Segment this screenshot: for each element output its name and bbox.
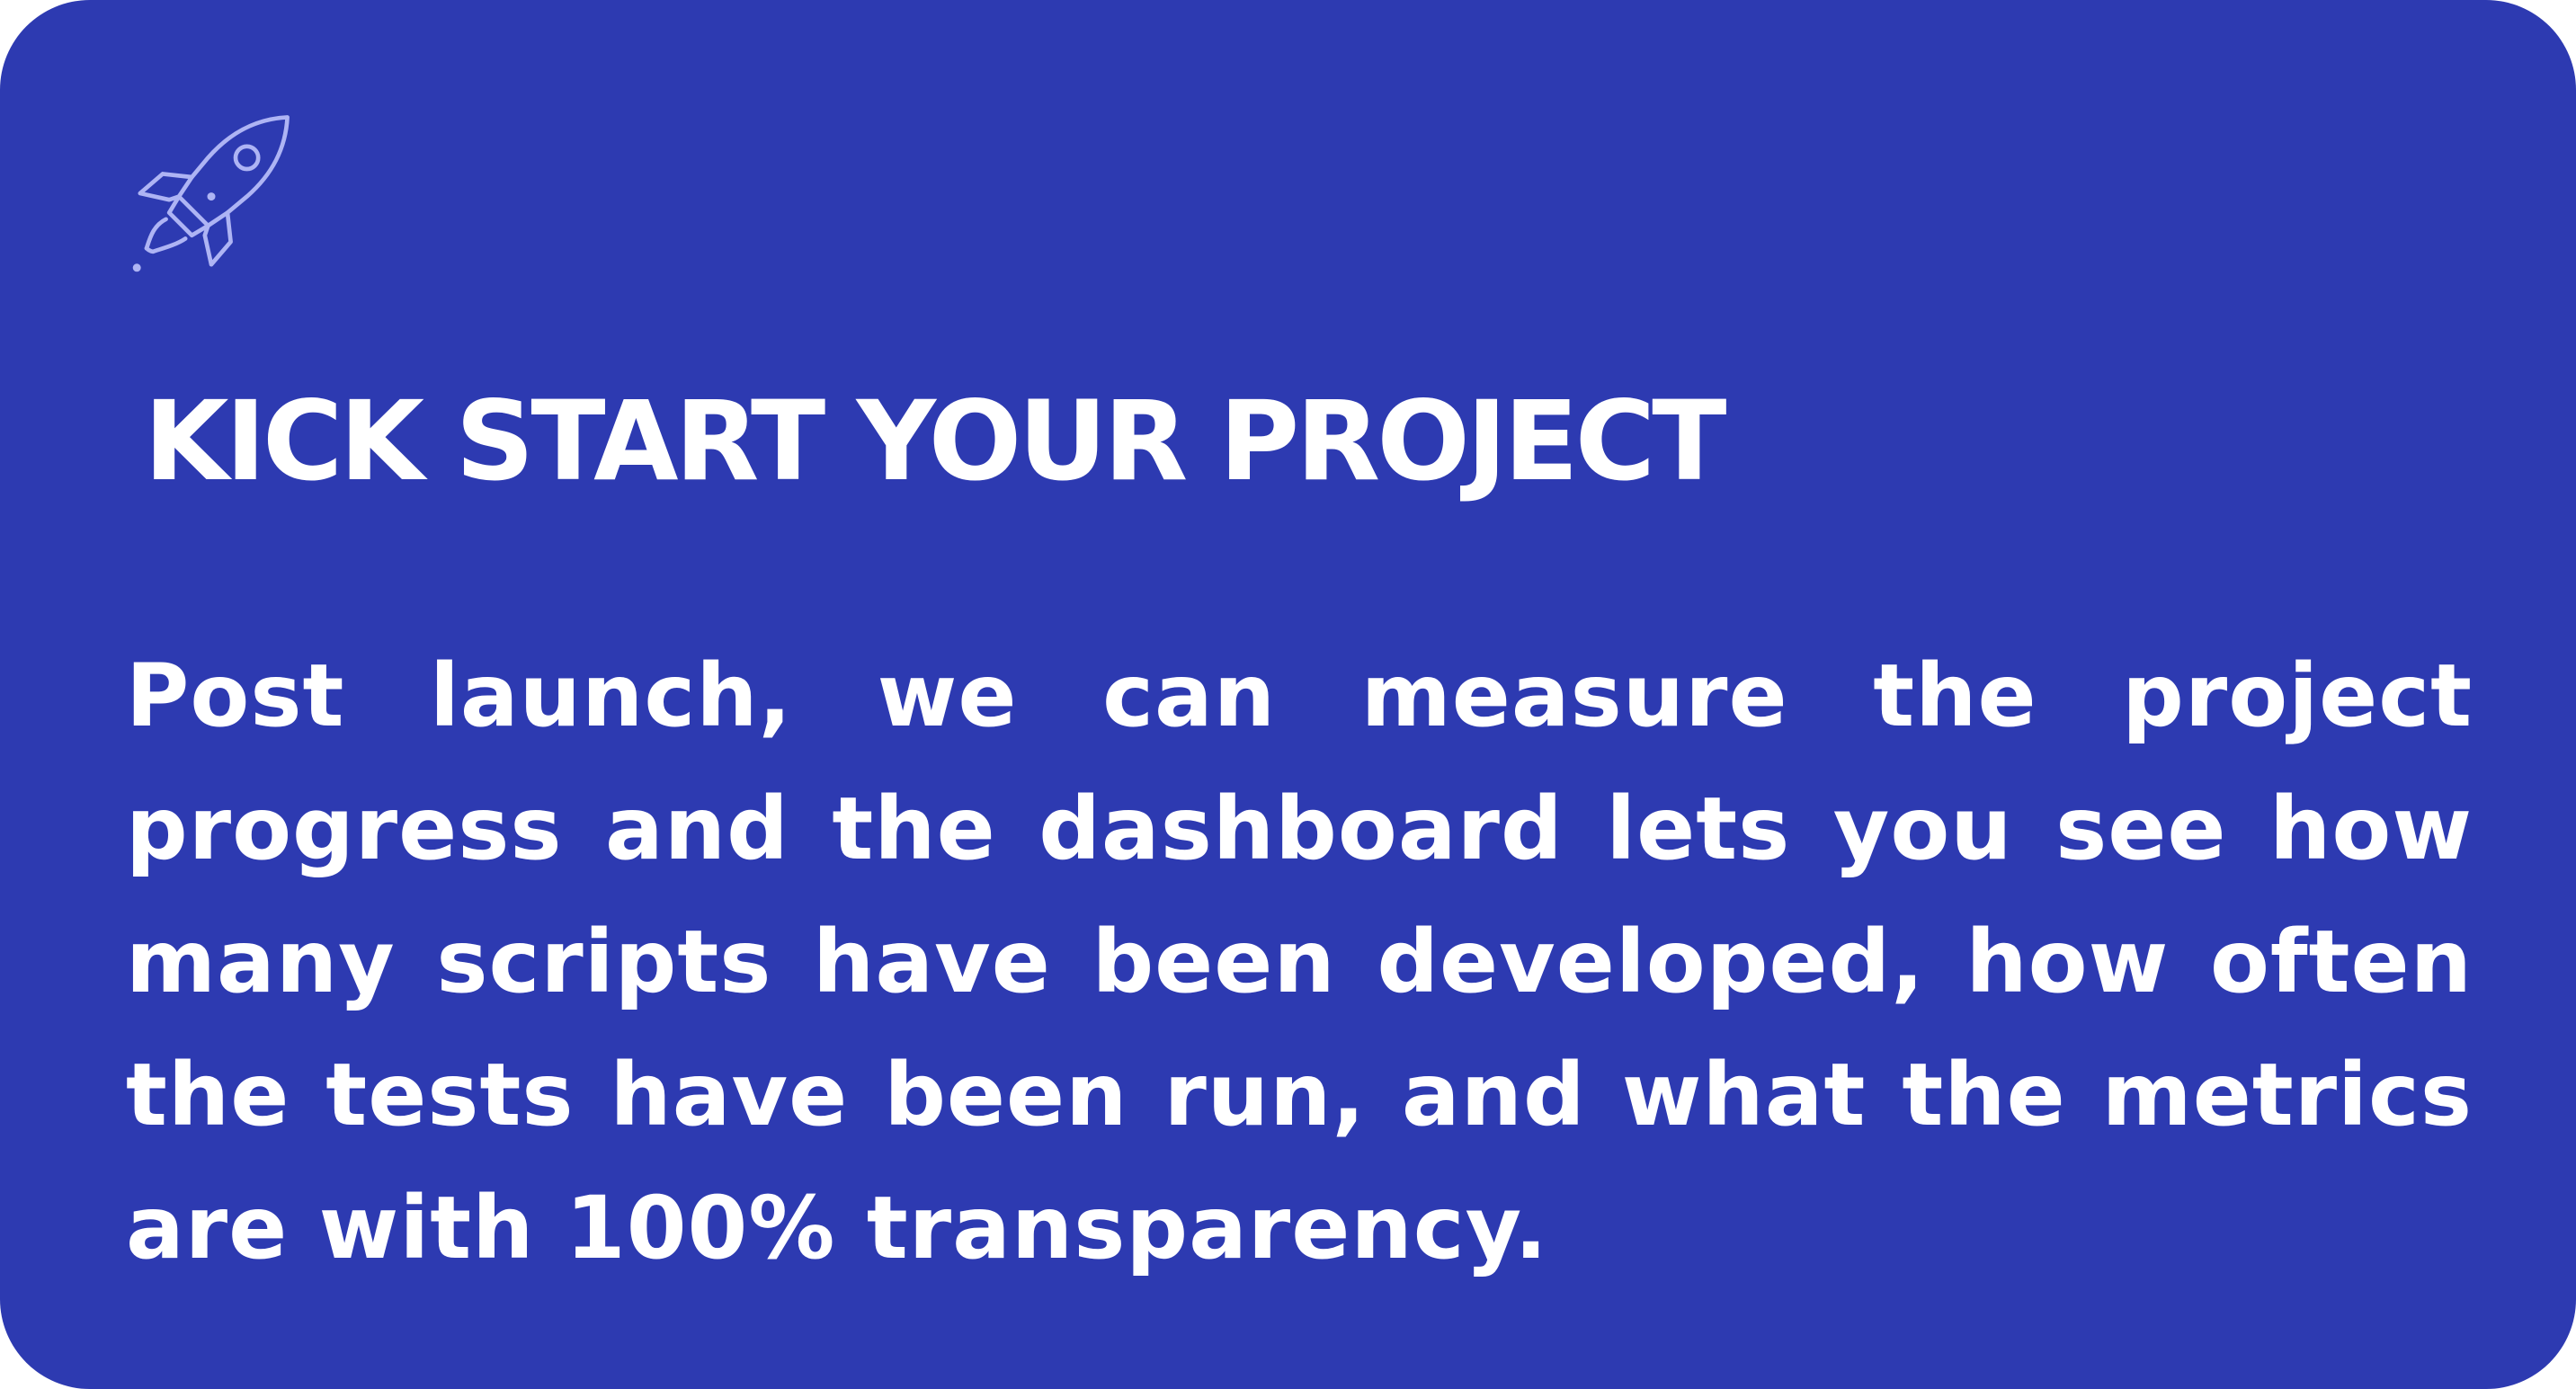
feature-card: KICK START YOUR PROJECT Post launch, we … — [0, 0, 2576, 1389]
card-description: Post launch, we can measure the project … — [126, 646, 2473, 1278]
card-title: KICK START YOUR PROJECT — [144, 378, 1726, 505]
rocket-icon — [130, 112, 292, 274]
